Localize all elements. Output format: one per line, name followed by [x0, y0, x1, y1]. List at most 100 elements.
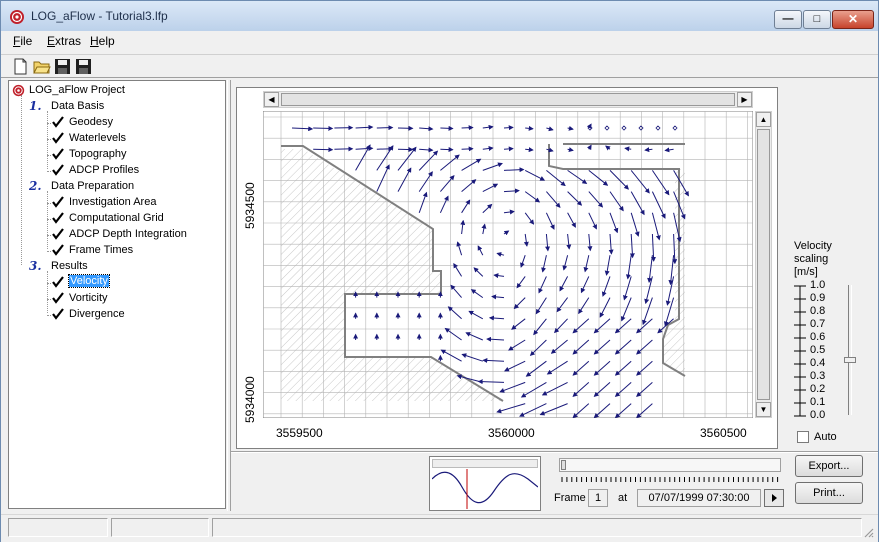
app-logo-icon: [12, 84, 25, 97]
app-window: LOG_aFlow - Tutorial3.lfp — □ ✕ File Ext…: [0, 0, 879, 542]
scale-tick-label: 0.6: [810, 331, 826, 343]
save-icon[interactable]: [53, 57, 72, 76]
tree-group-2[interactable]: 3. Results: [9, 259, 219, 275]
checkmark-icon: [52, 212, 64, 224]
status-bar: [1, 514, 878, 542]
tree-item-velocity[interactable]: Velocity: [9, 274, 219, 291]
y-tick-label: 5934500: [243, 182, 257, 229]
new-file-icon[interactable]: [11, 57, 30, 76]
frame-slider-thumb[interactable]: [561, 460, 566, 470]
menu-help-accel: H: [90, 34, 99, 48]
velocity-arrow: [461, 146, 474, 152]
auto-scale-checkbox[interactable]: [797, 431, 809, 443]
checkmark-icon: [52, 292, 64, 304]
scale-tick-label: 0.4: [810, 357, 826, 369]
tree-item-adcp-profiles[interactable]: ADCP Profiles: [9, 163, 219, 179]
play-button[interactable]: [764, 489, 784, 507]
tree-item-divergence[interactable]: Divergence: [9, 307, 219, 323]
velocity-arrow: [376, 146, 394, 152]
map-horizontal-scrollbar[interactable]: ◀ ▶: [263, 91, 753, 108]
tree-group-0[interactable]: 1. Data Basis: [9, 99, 219, 115]
scale-tick-label: 1.0: [810, 279, 826, 291]
maximize-button[interactable]: □: [803, 10, 831, 29]
scale-slider-thumb[interactable]: [844, 357, 856, 363]
resize-grip-icon[interactable]: [862, 526, 874, 538]
scroll-left-button[interactable]: ◀: [264, 92, 279, 107]
y-tick-label: 5934000: [243, 376, 257, 423]
scroll-thumb[interactable]: [757, 129, 770, 400]
status-cell: [111, 518, 209, 537]
velocity-vector-plot[interactable]: [263, 111, 753, 418]
tree-item-label: Investigation Area: [69, 196, 157, 208]
at-label: at: [618, 492, 628, 504]
menu-file-rest: ile: [20, 34, 33, 48]
tree-item-computational-grid[interactable]: Computational Grid: [9, 211, 219, 227]
splitter[interactable]: [227, 80, 231, 511]
mini-plot-scrollbar[interactable]: [432, 459, 538, 468]
velocity-arrow: [503, 125, 514, 131]
velocity-arrow: [313, 147, 334, 153]
scroll-right-button[interactable]: ▶: [737, 92, 752, 107]
tree-item-label: Computational Grid: [69, 212, 164, 224]
title-bar[interactable]: LOG_aFlow - Tutorial3.lfp — □ ✕: [1, 1, 878, 31]
window-title: LOG_aFlow - Tutorial3.lfp: [31, 9, 168, 23]
tree-root-label: LOG_aFlow Project: [29, 84, 125, 96]
toolbar: [1, 54, 878, 78]
tree-group-number: 2.: [29, 179, 42, 193]
tree-item-topography[interactable]: Topography: [9, 147, 219, 163]
menu-extras[interactable]: Extras: [45, 34, 83, 48]
frame-label: Frame: [554, 492, 586, 504]
checkmark-icon: [52, 308, 64, 320]
tree-item-waterlevels[interactable]: Waterlevels: [9, 131, 219, 147]
x-tick-label: 3559500: [276, 426, 323, 440]
frame-datetime: 07/07/1999 07:30:00: [637, 489, 761, 507]
tree-item-label: ADCP Depth Integration: [69, 228, 187, 240]
map-vertical-scrollbar[interactable]: ▲ ▼: [755, 111, 772, 418]
scale-title-line: scaling: [794, 253, 829, 265]
minimize-icon: —: [782, 13, 794, 25]
velocity-arrow: [440, 147, 454, 153]
close-icon: ✕: [847, 12, 859, 26]
scroll-thumb[interactable]: [281, 93, 735, 106]
checkmark-icon: [52, 228, 64, 240]
menu-help[interactable]: Help: [88, 34, 117, 48]
scale-ruler: [794, 285, 806, 417]
minimize-button[interactable]: —: [774, 10, 802, 29]
waterlevel-curve: [432, 469, 538, 509]
maximize-icon: □: [813, 13, 821, 25]
menu-file[interactable]: File: [11, 34, 34, 48]
menu-help-rest: elp: [98, 34, 115, 48]
close-button[interactable]: ✕: [832, 10, 874, 29]
velocity-arrow: [503, 146, 514, 152]
export-button[interactable]: Export...: [795, 455, 863, 477]
scale-title-line: Velocity: [794, 240, 832, 252]
project-tree[interactable]: LOG_aFlow Project 1. Data Basis Geodesy Wat…: [8, 80, 226, 509]
tree-root[interactable]: LOG_aFlow Project: [9, 83, 219, 99]
scale-slider-track[interactable]: [848, 285, 852, 415]
tree-item-vorticity[interactable]: Vorticity: [9, 291, 219, 307]
tree-item-investigation-area[interactable]: Investigation Area: [9, 195, 219, 211]
velocity-arrow: [440, 125, 454, 131]
scale-tick-label: 0.9: [810, 292, 826, 304]
tree-group-label: Data Basis: [51, 100, 105, 112]
tree-item-adcp-depth-integration[interactable]: ADCP Depth Integration: [9, 227, 219, 243]
checkmark-icon: [52, 196, 64, 208]
scroll-down-button[interactable]: ▼: [756, 402, 771, 417]
tree-group-1[interactable]: 2. Data Preparation: [9, 179, 219, 195]
scroll-up-button[interactable]: ▲: [756, 112, 771, 127]
status-cell: [212, 518, 862, 537]
menu-extras-rest: xtras: [55, 34, 82, 48]
scale-tick-label: 0.8: [810, 305, 826, 317]
open-folder-icon[interactable]: [32, 57, 51, 76]
save-as-icon[interactable]: [74, 57, 93, 76]
checkmark-icon: [52, 244, 64, 256]
tree-item-label: Velocity: [68, 274, 110, 288]
print-button[interactable]: Print...: [795, 482, 863, 504]
menu-bar: File Extras Help: [1, 32, 878, 52]
tree-item-geodesy[interactable]: Geodesy: [9, 115, 219, 131]
tree-item-frame-times[interactable]: Frame Times: [9, 243, 219, 259]
waterlevel-mini-plot[interactable]: [429, 456, 541, 511]
x-tick-label: 3560500: [700, 426, 747, 440]
frame-slider[interactable]: [559, 458, 781, 472]
scale-title-line: [m/s]: [794, 266, 818, 278]
